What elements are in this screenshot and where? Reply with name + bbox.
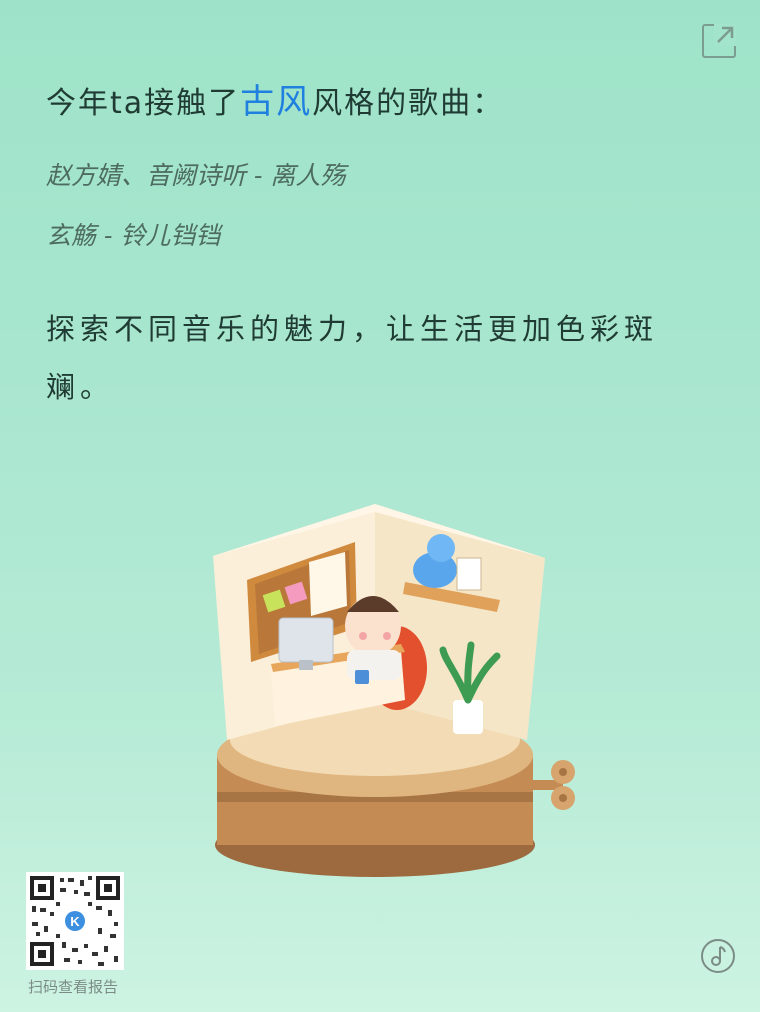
- song-item-1: 赵方婧、音阙诗听 - 离人殇: [46, 161, 346, 190]
- qr-caption: 扫码查看报告: [28, 978, 119, 996]
- slogan-text: 探索不同音乐的魅力，让生活更加色彩斑斓。: [46, 312, 659, 404]
- share-icon: [714, 24, 736, 46]
- headline-prefix: 今年ta接触了: [46, 86, 241, 121]
- headline-keyword: 古风: [240, 82, 313, 122]
- music-toggle-button[interactable]: [700, 938, 736, 974]
- qr-code-pattern: K: [30, 876, 120, 966]
- share-button[interactable]: [702, 24, 736, 58]
- music-box-illustration: [213, 504, 575, 877]
- headline-suffix: 风格的歌曲：: [312, 86, 505, 121]
- headline: 今年ta接触了古风风格的歌曲：: [46, 74, 504, 123]
- music-note-icon: [701, 939, 735, 973]
- song-item-2: 玄觞 - 铃儿铛铛: [46, 221, 221, 250]
- qr-code: K: [26, 872, 124, 970]
- svg-text:K: K: [70, 914, 80, 929]
